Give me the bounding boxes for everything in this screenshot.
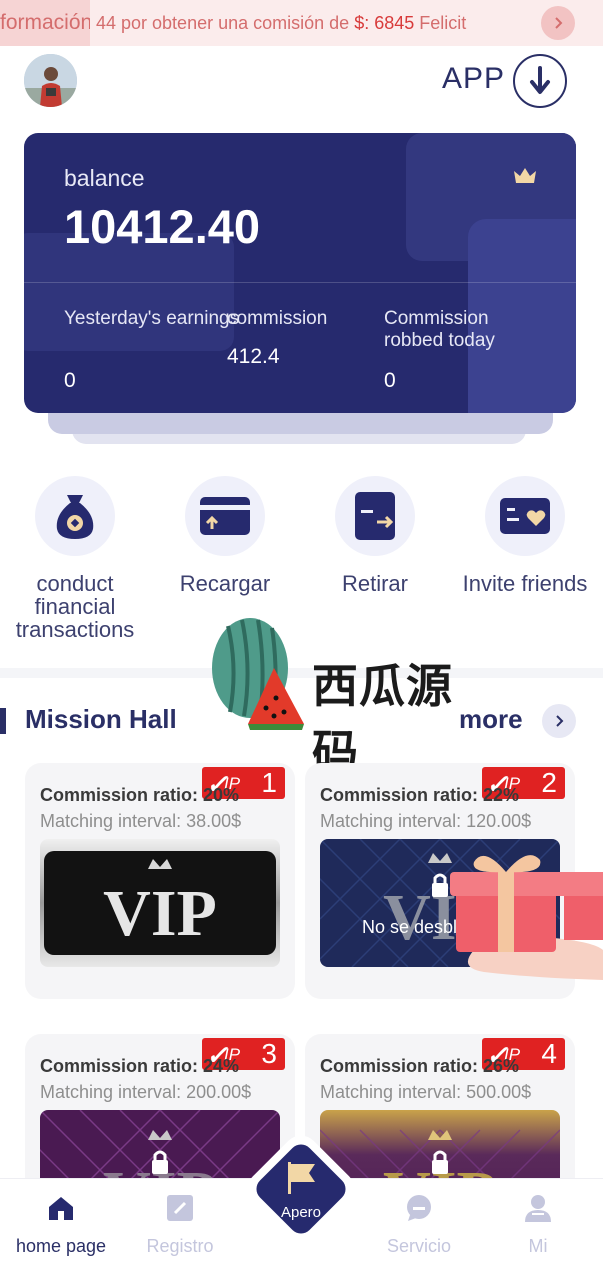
stat-yesterday-value: 0 [64,369,76,392]
commission-ratio: Commission ratio: 24% [40,1056,240,1076]
nav-center-apero[interactable]: Apero [240,1128,362,1250]
balance-value: 10412.40 [64,200,261,253]
nav-center-label: Apero [280,1204,322,1221]
more-button[interactable] [542,704,576,738]
nav-home[interactable]: home page [1,1193,121,1257]
matching-interval: Matching interval: 120.00$ [320,811,532,831]
commission-ratio: Commission ratio: 20% [40,785,240,805]
marquee-next-button[interactable] [541,6,575,40]
crown-icon [514,168,536,183]
vip-banner-image: VIP [40,839,280,967]
download-arrow-icon [530,66,550,94]
chat-icon [407,1195,431,1221]
nav-mi[interactable]: Mi [478,1193,598,1257]
more-link[interactable]: more [459,704,523,735]
announcement-marquee[interactable]: formación 44 por obtener una comisión de… [0,0,603,46]
app-download-button[interactable] [513,54,567,108]
watermelon-icon [212,618,304,730]
card-deposit-icon [200,497,250,535]
marquee-currency: $: [354,13,370,33]
avatar[interactable] [24,54,77,107]
avatar-image [24,54,77,107]
stat-yesterday-label: Yesterday's earnings [64,308,240,329]
flag-icon [288,1162,315,1194]
withdraw-icon [355,492,395,540]
gift-box-icon [450,855,603,980]
action-label: Retirar [341,571,408,596]
action-label: Recargar [179,571,271,596]
user-icon [525,1195,551,1222]
invite-card-icon [500,498,550,534]
balance-label: balance [64,165,145,191]
action-financial-transactions[interactable]: conduct financial transactions [0,476,150,641]
svg-text:VIP: VIP [103,877,217,950]
action-invite-friends[interactable]: Invite friends [450,476,600,595]
marquee-amount: 6845 [374,13,415,33]
marquee-leading-text: formación [0,0,90,46]
matching-interval: Matching interval: 38.00$ [40,811,242,831]
matching-interval: Matching interval: 200.00$ [40,1082,252,1102]
floating-gift-button[interactable] [444,850,603,980]
nav-registro[interactable]: Registro [120,1193,240,1257]
matching-interval: Matching interval: 500.00$ [320,1082,532,1102]
money-bag-icon [56,495,94,539]
chevron-right-icon [555,17,563,29]
stat-commission-label: commission [227,308,328,329]
chevron-right-icon [556,715,564,727]
vip-card[interactable]: ✓ IP 1 Commission ratio: 20% Matching in… [25,763,295,999]
section-marker [0,708,6,734]
marquee-prefix: 44 por obtener una comisión de [96,13,350,33]
action-retirar[interactable]: Retirar [300,476,450,595]
watermark-logo: 西瓜源码 [208,612,468,778]
locked-text: No se desbl [362,917,458,937]
stat-robbed-label: Commission robbed today [384,308,495,351]
app-page: formación 44 por obtener una comisión de… [0,0,603,1270]
mission-hall-title: Mission Hall [25,704,177,734]
nav-servicio[interactable]: Servicio [359,1193,479,1257]
balance-card: balance 10412.40 Yesterday's earnings co… [24,133,576,413]
home-icon [49,1197,73,1220]
action-label: conduct financial transactions [15,571,135,642]
marquee-text: 44 por obtener una comisión de $: 6845 F… [96,0,520,46]
stat-robbed-value: 0 [384,369,396,392]
edit-icon [167,1195,193,1221]
app-label[interactable]: APP [442,62,505,96]
stat-commission-value: 412.4 [227,345,280,368]
action-recargar[interactable]: Recargar [150,476,300,595]
commission-ratio: Commission ratio: 26% [320,1056,520,1076]
action-label: Invite friends [462,571,588,596]
marquee-suffix: Felicit [419,13,467,33]
commission-ratio: Commission ratio: 22% [320,785,520,805]
